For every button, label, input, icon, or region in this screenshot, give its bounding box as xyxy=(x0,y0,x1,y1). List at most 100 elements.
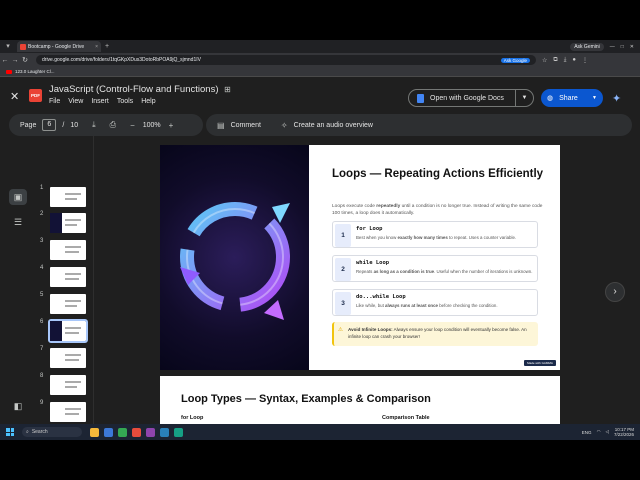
back-icon[interactable]: ← xyxy=(0,57,10,64)
address-bar-row: ← → ↻ drive.google.com/drive/folders/1tq… xyxy=(0,53,640,67)
close-viewer-icon[interactable]: ✕ xyxy=(10,90,19,103)
windows-taskbar: ⌕ Search ENG ◠ ◁ 10:17 PM 7/22/2026 xyxy=(0,424,640,440)
thumbnail-number: 9 xyxy=(40,400,44,406)
browser-tab-strip: ▾ Bootcamp - Google Drive × + Ask Gemini… xyxy=(0,40,640,53)
window-controls: Ask Gemini — □ ✕ xyxy=(570,42,640,51)
viewer-toolbar: Page 6 / 10 ⤓ ⎙ − 100% + ▤ Comment ✧ Cre… xyxy=(9,114,632,136)
thumbnails-view-icon[interactable]: ▣ xyxy=(9,189,27,205)
card-description: Like while, but always runs at least onc… xyxy=(356,303,498,308)
loop-card: 3 do...while Loop Like while, but always… xyxy=(332,289,538,316)
app-icon[interactable] xyxy=(146,427,155,437)
zoom-level[interactable]: 100% xyxy=(143,122,161,129)
menu-file[interactable]: File xyxy=(49,98,60,105)
open-with-label: Open with Google Docs xyxy=(430,94,504,102)
windows-start-icon[interactable] xyxy=(6,428,14,436)
reload-icon[interactable]: ↻ xyxy=(20,56,30,64)
chrome-icon[interactable] xyxy=(118,427,127,437)
comment-icon: ▤ xyxy=(217,120,225,130)
print-icon[interactable]: ⎙ xyxy=(110,120,116,130)
page-thumbnail[interactable] xyxy=(50,240,86,260)
warning-callout: ⚠ Avoid Infinite Loops: Always ensure yo… xyxy=(332,322,538,346)
warning-icon: ⚠ xyxy=(338,327,343,333)
taskbar-apps xyxy=(90,427,183,437)
thumbnail-number: 6 xyxy=(40,319,44,325)
ask-google-button[interactable]: Ask Google xyxy=(500,57,530,63)
page-thumbnail-selected[interactable] xyxy=(48,319,88,343)
close-window-icon[interactable]: ✕ xyxy=(630,44,634,50)
taskbar-clock[interactable]: 10:17 PM 7/22/2026 xyxy=(614,427,634,437)
share-button[interactable]: ◍ Share ▼ xyxy=(541,89,603,107)
drive-favicon-icon xyxy=(20,43,26,50)
sidebar-toggle-icon[interactable]: ◧ xyxy=(9,398,27,414)
minimize-icon[interactable]: — xyxy=(610,44,615,50)
bookmark-item[interactable]: 123.0 Laughter Cl... xyxy=(15,69,55,74)
download-file-icon[interactable]: ⤓ xyxy=(92,120,96,130)
app-icon[interactable] xyxy=(132,427,141,437)
vscode-icon[interactable] xyxy=(160,427,169,437)
card-description: Repeats as long as a condition is true. … xyxy=(356,269,533,274)
tab-search-icon[interactable]: ▾ xyxy=(3,42,13,52)
download-icon[interactable]: ⤓ xyxy=(564,57,567,64)
thumbnail-number: 7 xyxy=(40,346,44,352)
wifi-icon[interactable]: ◠ xyxy=(597,429,601,435)
app-icon[interactable] xyxy=(174,427,183,437)
audio-overview-button[interactable]: Create an audio overview xyxy=(294,122,373,129)
menu-help[interactable]: Help xyxy=(141,98,155,105)
taskbar-search[interactable]: ⌕ Search xyxy=(22,427,82,437)
taskbar-search-label: Search xyxy=(31,429,48,435)
file-explorer-icon[interactable] xyxy=(90,427,99,437)
comment-button[interactable]: Comment xyxy=(231,122,261,129)
volume-icon[interactable]: ◁ xyxy=(606,429,609,435)
page-thumbnail[interactable] xyxy=(50,375,86,395)
card-number: 1 xyxy=(335,224,351,247)
maximize-icon[interactable]: □ xyxy=(621,44,624,50)
forward-icon[interactable]: → xyxy=(10,57,20,64)
search-icon: ⌕ xyxy=(26,429,29,435)
profile-icon[interactable]: ● xyxy=(572,57,576,64)
open-with-dropdown-icon[interactable]: ▼ xyxy=(515,89,533,107)
page-thumbnail[interactable] xyxy=(50,294,86,314)
page-thumbnail[interactable] xyxy=(50,348,86,368)
star-icon[interactable]: ☆ xyxy=(542,57,547,64)
url-field[interactable]: drive.google.com/drive/folders/1tqGKpXDu… xyxy=(36,55,536,65)
slide2-right-heading: Comparison Table xyxy=(382,415,430,421)
page-thumbnail[interactable] xyxy=(50,213,86,233)
ask-gemini-button[interactable]: Ask Gemini xyxy=(570,42,604,51)
system-tray: ENG ◠ ◁ 10:17 PM 7/22/2026 xyxy=(582,427,640,437)
outline-view-icon[interactable]: ☰ xyxy=(9,214,27,230)
document-title-text: JavaScript (Control-Flow and Functions) xyxy=(49,84,219,95)
share-dropdown-icon[interactable]: ▼ xyxy=(592,95,597,101)
document-title: JavaScript (Control-Flow and Functions) … xyxy=(49,84,231,95)
tab-title: Bootcamp - Google Drive xyxy=(28,43,85,50)
screen: ▾ Bootcamp - Google Drive × + Ask Gemini… xyxy=(0,40,640,440)
slide-title: Loops — Repeating Actions Efficiently xyxy=(332,168,544,180)
gemini-icon[interactable]: ✦ xyxy=(612,92,621,105)
page-label: Page xyxy=(20,121,37,129)
menu-tools[interactable]: Tools xyxy=(117,98,133,105)
menu-view[interactable]: View xyxy=(68,98,83,105)
next-page-button[interactable]: › xyxy=(605,282,625,302)
new-tab-button[interactable]: + xyxy=(105,43,109,50)
page-thumbnail[interactable] xyxy=(50,187,86,207)
tray-lang[interactable]: ENG xyxy=(582,430,592,435)
browser-tab[interactable]: Bootcamp - Google Drive × xyxy=(17,41,101,52)
menu-icon[interactable]: ⋮ xyxy=(582,57,588,64)
made-with-badge: Made with GAMMA xyxy=(524,360,556,366)
tab-close-icon[interactable]: × xyxy=(95,44,98,50)
menu-insert[interactable]: Insert xyxy=(91,98,109,105)
move-to-folder-icon[interactable]: ⊞ xyxy=(224,85,231,94)
page-thumbnail[interactable] xyxy=(50,402,86,422)
zoom-out-button[interactable]: − xyxy=(130,121,135,130)
zoom-in-button[interactable]: + xyxy=(169,121,174,130)
document-canvas[interactable]: Loops — Repeating Actions Efficiently Lo… xyxy=(95,136,640,440)
page-thumbnail[interactable] xyxy=(50,267,86,287)
page-number-input[interactable]: 6 xyxy=(42,119,57,131)
app-icon[interactable] xyxy=(104,427,113,437)
clock-date: 7/22/2026 xyxy=(613,432,634,437)
thumbnail-number: 4 xyxy=(40,265,44,271)
extensions-icon[interactable]: ⧉ xyxy=(553,57,557,64)
card-title: do...while Loop xyxy=(356,294,406,300)
page-separator: / xyxy=(62,121,65,129)
open-with-button[interactable]: Open with Google Docs ▼ xyxy=(408,89,534,107)
slide-page: Loops — Repeating Actions Efficiently Lo… xyxy=(160,145,560,370)
